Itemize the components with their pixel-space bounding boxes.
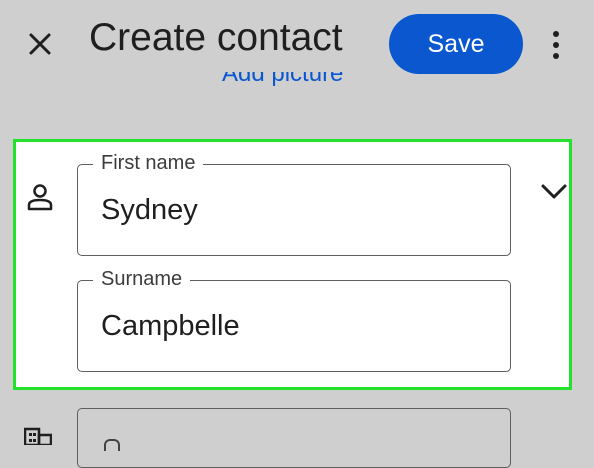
first-name-value: Sydney (101, 194, 198, 226)
company-field-partial-text (104, 439, 120, 451)
page-title: Create contact (89, 16, 343, 59)
surname-value: Campbelle (101, 310, 240, 342)
first-name-label: First name (93, 152, 204, 175)
person-icon (27, 184, 53, 211)
chevron-down-icon[interactable] (540, 182, 568, 202)
surname-label: Surname (93, 268, 191, 291)
first-name-field[interactable]: First name Sydney (77, 152, 511, 256)
close-icon[interactable] (22, 26, 58, 62)
save-button[interactable]: Save (389, 14, 523, 74)
app-bar: Create contact Save (0, 0, 594, 80)
surname-field[interactable]: Surname Campbelle (77, 268, 511, 372)
add-picture-link[interactable]: Add picture (222, 72, 372, 96)
company-field[interactable] (77, 408, 511, 468)
more-vert-icon[interactable] (546, 28, 566, 62)
add-picture-label: Add picture (222, 72, 344, 87)
company-icon (24, 427, 52, 445)
